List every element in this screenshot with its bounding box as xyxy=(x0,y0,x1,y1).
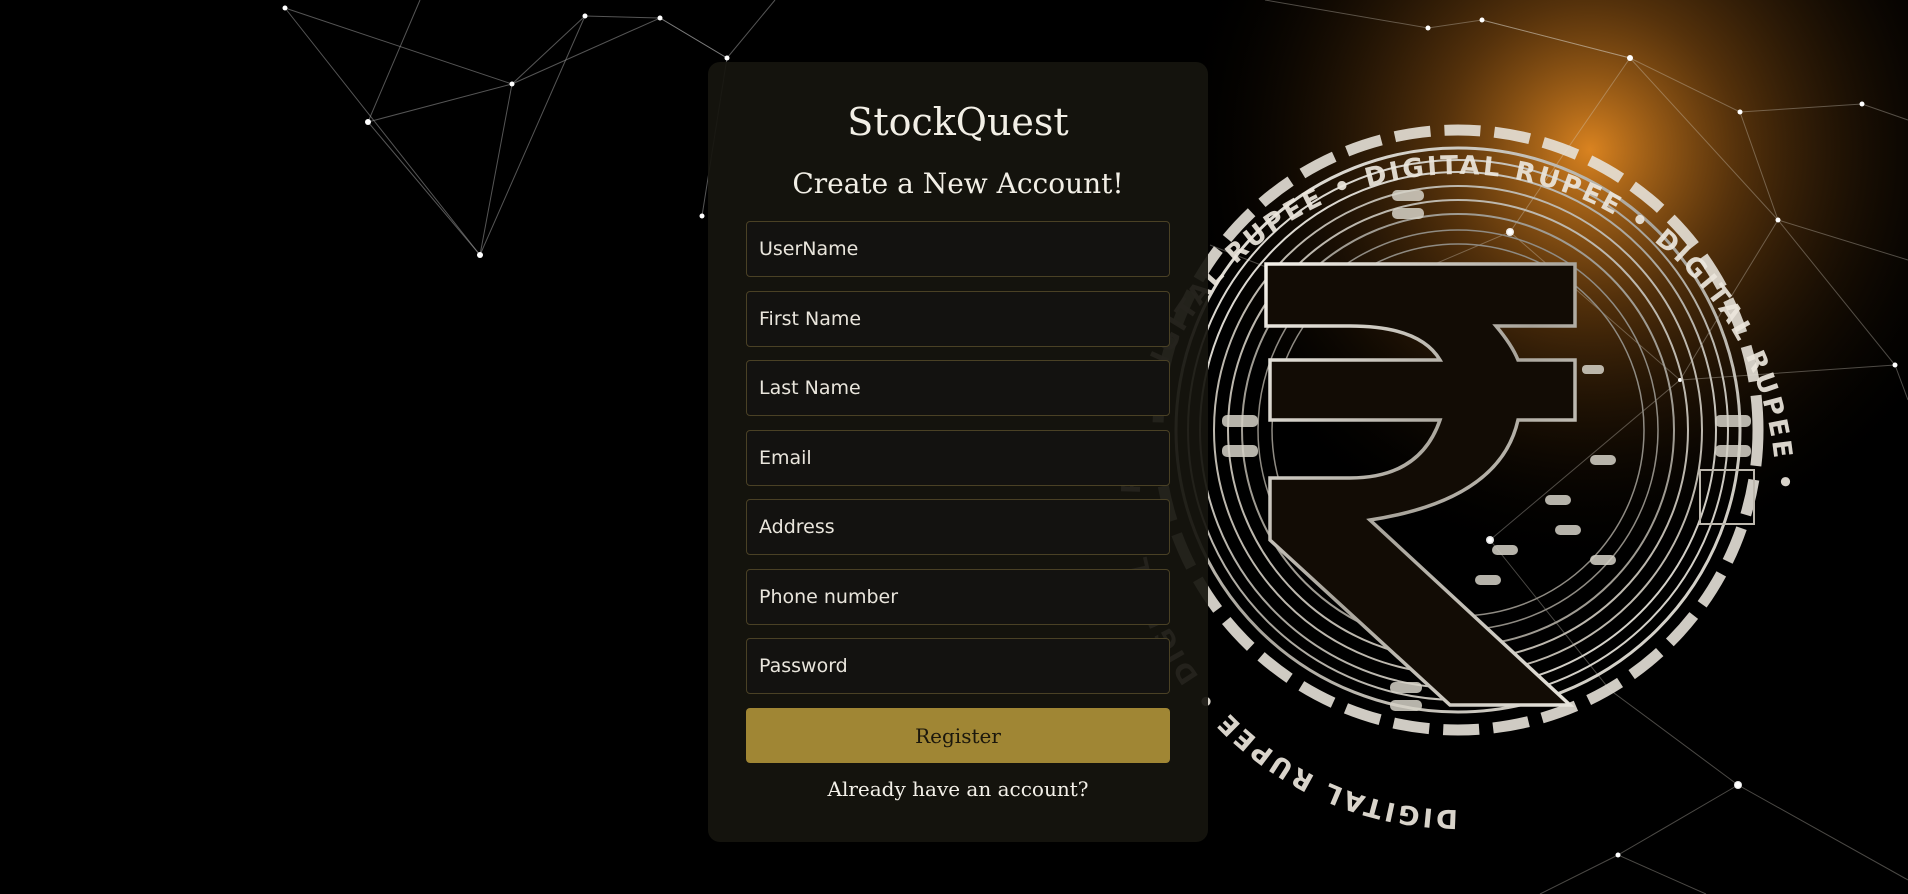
first-name-input[interactable] xyxy=(746,291,1170,347)
registration-page: DIGITAL RUPEE • DIGITAL RUPEE • DIGITAL … xyxy=(0,0,1908,894)
username-input[interactable] xyxy=(746,221,1170,277)
email-input[interactable] xyxy=(746,430,1170,486)
phone-input[interactable] xyxy=(746,569,1170,625)
brand-title: StockQuest xyxy=(847,100,1069,144)
registration-card: StockQuest Create a New Account! Registe… xyxy=(708,62,1208,842)
address-input[interactable] xyxy=(746,499,1170,555)
register-button[interactable]: Register xyxy=(746,708,1170,763)
last-name-input[interactable] xyxy=(746,360,1170,416)
password-input[interactable] xyxy=(746,638,1170,694)
login-link[interactable]: Already have an account? xyxy=(708,774,1208,804)
page-subtitle: Create a New Account! xyxy=(792,167,1124,200)
